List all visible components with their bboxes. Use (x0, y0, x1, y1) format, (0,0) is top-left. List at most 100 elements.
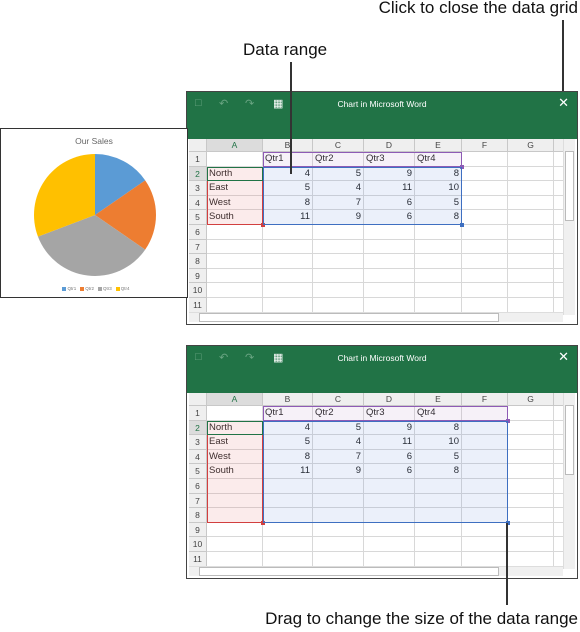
cell-C1[interactable]: Qtr2 (313, 152, 364, 167)
cell-F2[interactable] (462, 420, 508, 436)
cell-G4[interactable] (508, 195, 554, 211)
cell-A5[interactable]: South (207, 464, 263, 479)
cell-E3[interactable]: 10 (415, 181, 462, 196)
scroll-thumb[interactable] (565, 151, 574, 221)
cell-G8[interactable] (508, 508, 554, 523)
cell-D5[interactable]: 6 (364, 210, 415, 225)
cell-F2[interactable] (462, 166, 508, 182)
cell-G4[interactable] (508, 449, 554, 465)
cell-A8[interactable] (207, 508, 263, 523)
cell-A1[interactable] (207, 152, 263, 167)
cell-F1[interactable] (462, 406, 508, 421)
cell-G11[interactable] (508, 298, 554, 313)
cell-E10[interactable] (415, 537, 462, 552)
cell-F5[interactable] (462, 210, 508, 225)
cell-F6[interactable] (462, 479, 508, 494)
cell-F6[interactable] (462, 225, 508, 240)
cell-E4[interactable]: 5 (415, 449, 462, 465)
cell-F9[interactable] (462, 268, 508, 284)
cell-B9[interactable] (263, 268, 313, 284)
select-all-corner[interactable] (189, 139, 207, 152)
cell-E8[interactable] (415, 508, 462, 523)
row-header-11[interactable]: 11 (189, 298, 207, 313)
row-header-7[interactable]: 7 (189, 239, 207, 255)
spreadsheet-grid[interactable]: A B C D E F G 1 Qtr1 Qtr2 Qtr3 Qtr4 2 North 4 5 9 8 3 East 5… (189, 393, 565, 569)
cell-D2[interactable]: 9 (364, 166, 415, 182)
cell-C6[interactable] (313, 225, 364, 240)
cell-G6[interactable] (508, 225, 554, 240)
cell-C10[interactable] (313, 283, 364, 298)
cell-B11[interactable] (263, 552, 313, 567)
cell-C11[interactable] (313, 298, 364, 313)
cell-G7[interactable] (508, 239, 554, 255)
column-header-C[interactable]: C (313, 139, 364, 152)
cell-B5[interactable]: 11 (263, 210, 313, 225)
row-header-3[interactable]: 3 (189, 435, 207, 450)
cell-G3[interactable] (508, 181, 554, 196)
cell-G1[interactable] (508, 152, 554, 167)
cell-C7[interactable] (313, 239, 364, 255)
cell-A9[interactable] (207, 522, 263, 538)
cell-E11[interactable] (415, 552, 462, 567)
row-header-4[interactable]: 4 (189, 449, 207, 465)
row-header-6[interactable]: 6 (189, 479, 207, 494)
cell-D8[interactable] (364, 508, 415, 523)
cell-E4[interactable]: 5 (415, 195, 462, 211)
cell-D1[interactable]: Qtr3 (364, 152, 415, 167)
column-header-C[interactable]: C (313, 393, 364, 406)
cell-B8[interactable] (263, 254, 313, 269)
cell-D6[interactable] (364, 225, 415, 240)
vertical-scrollbar[interactable] (563, 139, 575, 315)
cell-D6[interactable] (364, 479, 415, 494)
column-header-D[interactable]: D (364, 393, 415, 406)
horizontal-scrollbar[interactable] (189, 312, 563, 322)
cell-B10[interactable] (263, 537, 313, 552)
cell-C7[interactable] (313, 493, 364, 509)
cell-A3[interactable]: East (207, 181, 263, 196)
scroll-thumb[interactable] (199, 313, 499, 322)
spreadsheet-grid[interactable]: A B C D E F G 1 Qtr1 Qtr2 Qtr3 Qtr4 2 North 4 5 9 8 3 East 5… (189, 139, 565, 315)
cell-D3[interactable]: 11 (364, 181, 415, 196)
cell-C11[interactable] (313, 552, 364, 567)
cell-F4[interactable] (462, 449, 508, 465)
cell-C9[interactable] (313, 268, 364, 284)
cell-A10[interactable] (207, 283, 263, 298)
cell-B4[interactable]: 8 (263, 449, 313, 465)
cell-G5[interactable] (508, 464, 554, 479)
cell-C3[interactable]: 4 (313, 435, 364, 450)
cell-F11[interactable] (462, 298, 508, 313)
cell-A4[interactable]: West (207, 449, 263, 465)
cell-G9[interactable] (508, 522, 554, 538)
row-header-9[interactable]: 9 (189, 268, 207, 284)
row-header-9[interactable]: 9 (189, 522, 207, 538)
cell-A10[interactable] (207, 537, 263, 552)
cell-E3[interactable]: 10 (415, 435, 462, 450)
scroll-thumb[interactable] (199, 567, 499, 576)
cell-B6[interactable] (263, 479, 313, 494)
column-header-F[interactable]: F (462, 393, 508, 406)
cell-G8[interactable] (508, 254, 554, 269)
vertical-scrollbar[interactable] (563, 393, 575, 569)
cell-B7[interactable] (263, 239, 313, 255)
cell-A2[interactable]: North (207, 166, 263, 182)
cell-C10[interactable] (313, 537, 364, 552)
cell-E11[interactable] (415, 298, 462, 313)
cell-E5[interactable]: 8 (415, 464, 462, 479)
cell-G2[interactable] (508, 420, 554, 436)
cell-D10[interactable] (364, 537, 415, 552)
cell-A1[interactable] (207, 406, 263, 421)
cell-E2[interactable]: 8 (415, 420, 462, 436)
cell-F9[interactable] (462, 522, 508, 538)
column-header-F[interactable]: F (462, 139, 508, 152)
row-header-6[interactable]: 6 (189, 225, 207, 240)
cell-G10[interactable] (508, 283, 554, 298)
cell-A4[interactable]: West (207, 195, 263, 211)
cell-C1[interactable]: Qtr2 (313, 406, 364, 421)
cell-F8[interactable] (462, 508, 508, 523)
cell-G1[interactable] (508, 406, 554, 421)
row-header-10[interactable]: 10 (189, 537, 207, 552)
row-header-8[interactable]: 8 (189, 254, 207, 269)
cell-D1[interactable]: Qtr3 (364, 406, 415, 421)
cell-A9[interactable] (207, 268, 263, 284)
cell-G10[interactable] (508, 537, 554, 552)
